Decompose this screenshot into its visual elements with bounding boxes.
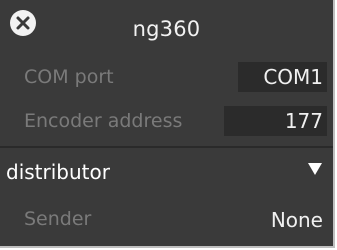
- title-bar: ng360: [0, 0, 333, 58]
- com-port-label: COM port: [24, 66, 114, 88]
- inspector-panel: ng360 COM port COM1 Encoder address 177 …: [0, 0, 335, 248]
- triangle-down-icon[interactable]: [307, 162, 323, 176]
- encoder-address-field[interactable]: 177: [224, 106, 327, 136]
- encoder-address-row: Encoder address 177: [12, 104, 327, 138]
- close-icon: [16, 16, 30, 30]
- window-title: ng360: [132, 17, 201, 41]
- close-button[interactable]: [10, 10, 36, 36]
- com-port-row: COM port COM1: [12, 60, 327, 94]
- com-port-field[interactable]: COM1: [238, 62, 327, 92]
- encoder-address-label: Encoder address: [24, 110, 183, 132]
- sender-label: Sender: [24, 208, 92, 230]
- section-title: distributor: [6, 160, 110, 184]
- distributor-section-header[interactable]: distributor: [0, 148, 333, 192]
- sender-value[interactable]: None: [271, 208, 323, 232]
- sender-row: Sender None: [12, 202, 327, 236]
